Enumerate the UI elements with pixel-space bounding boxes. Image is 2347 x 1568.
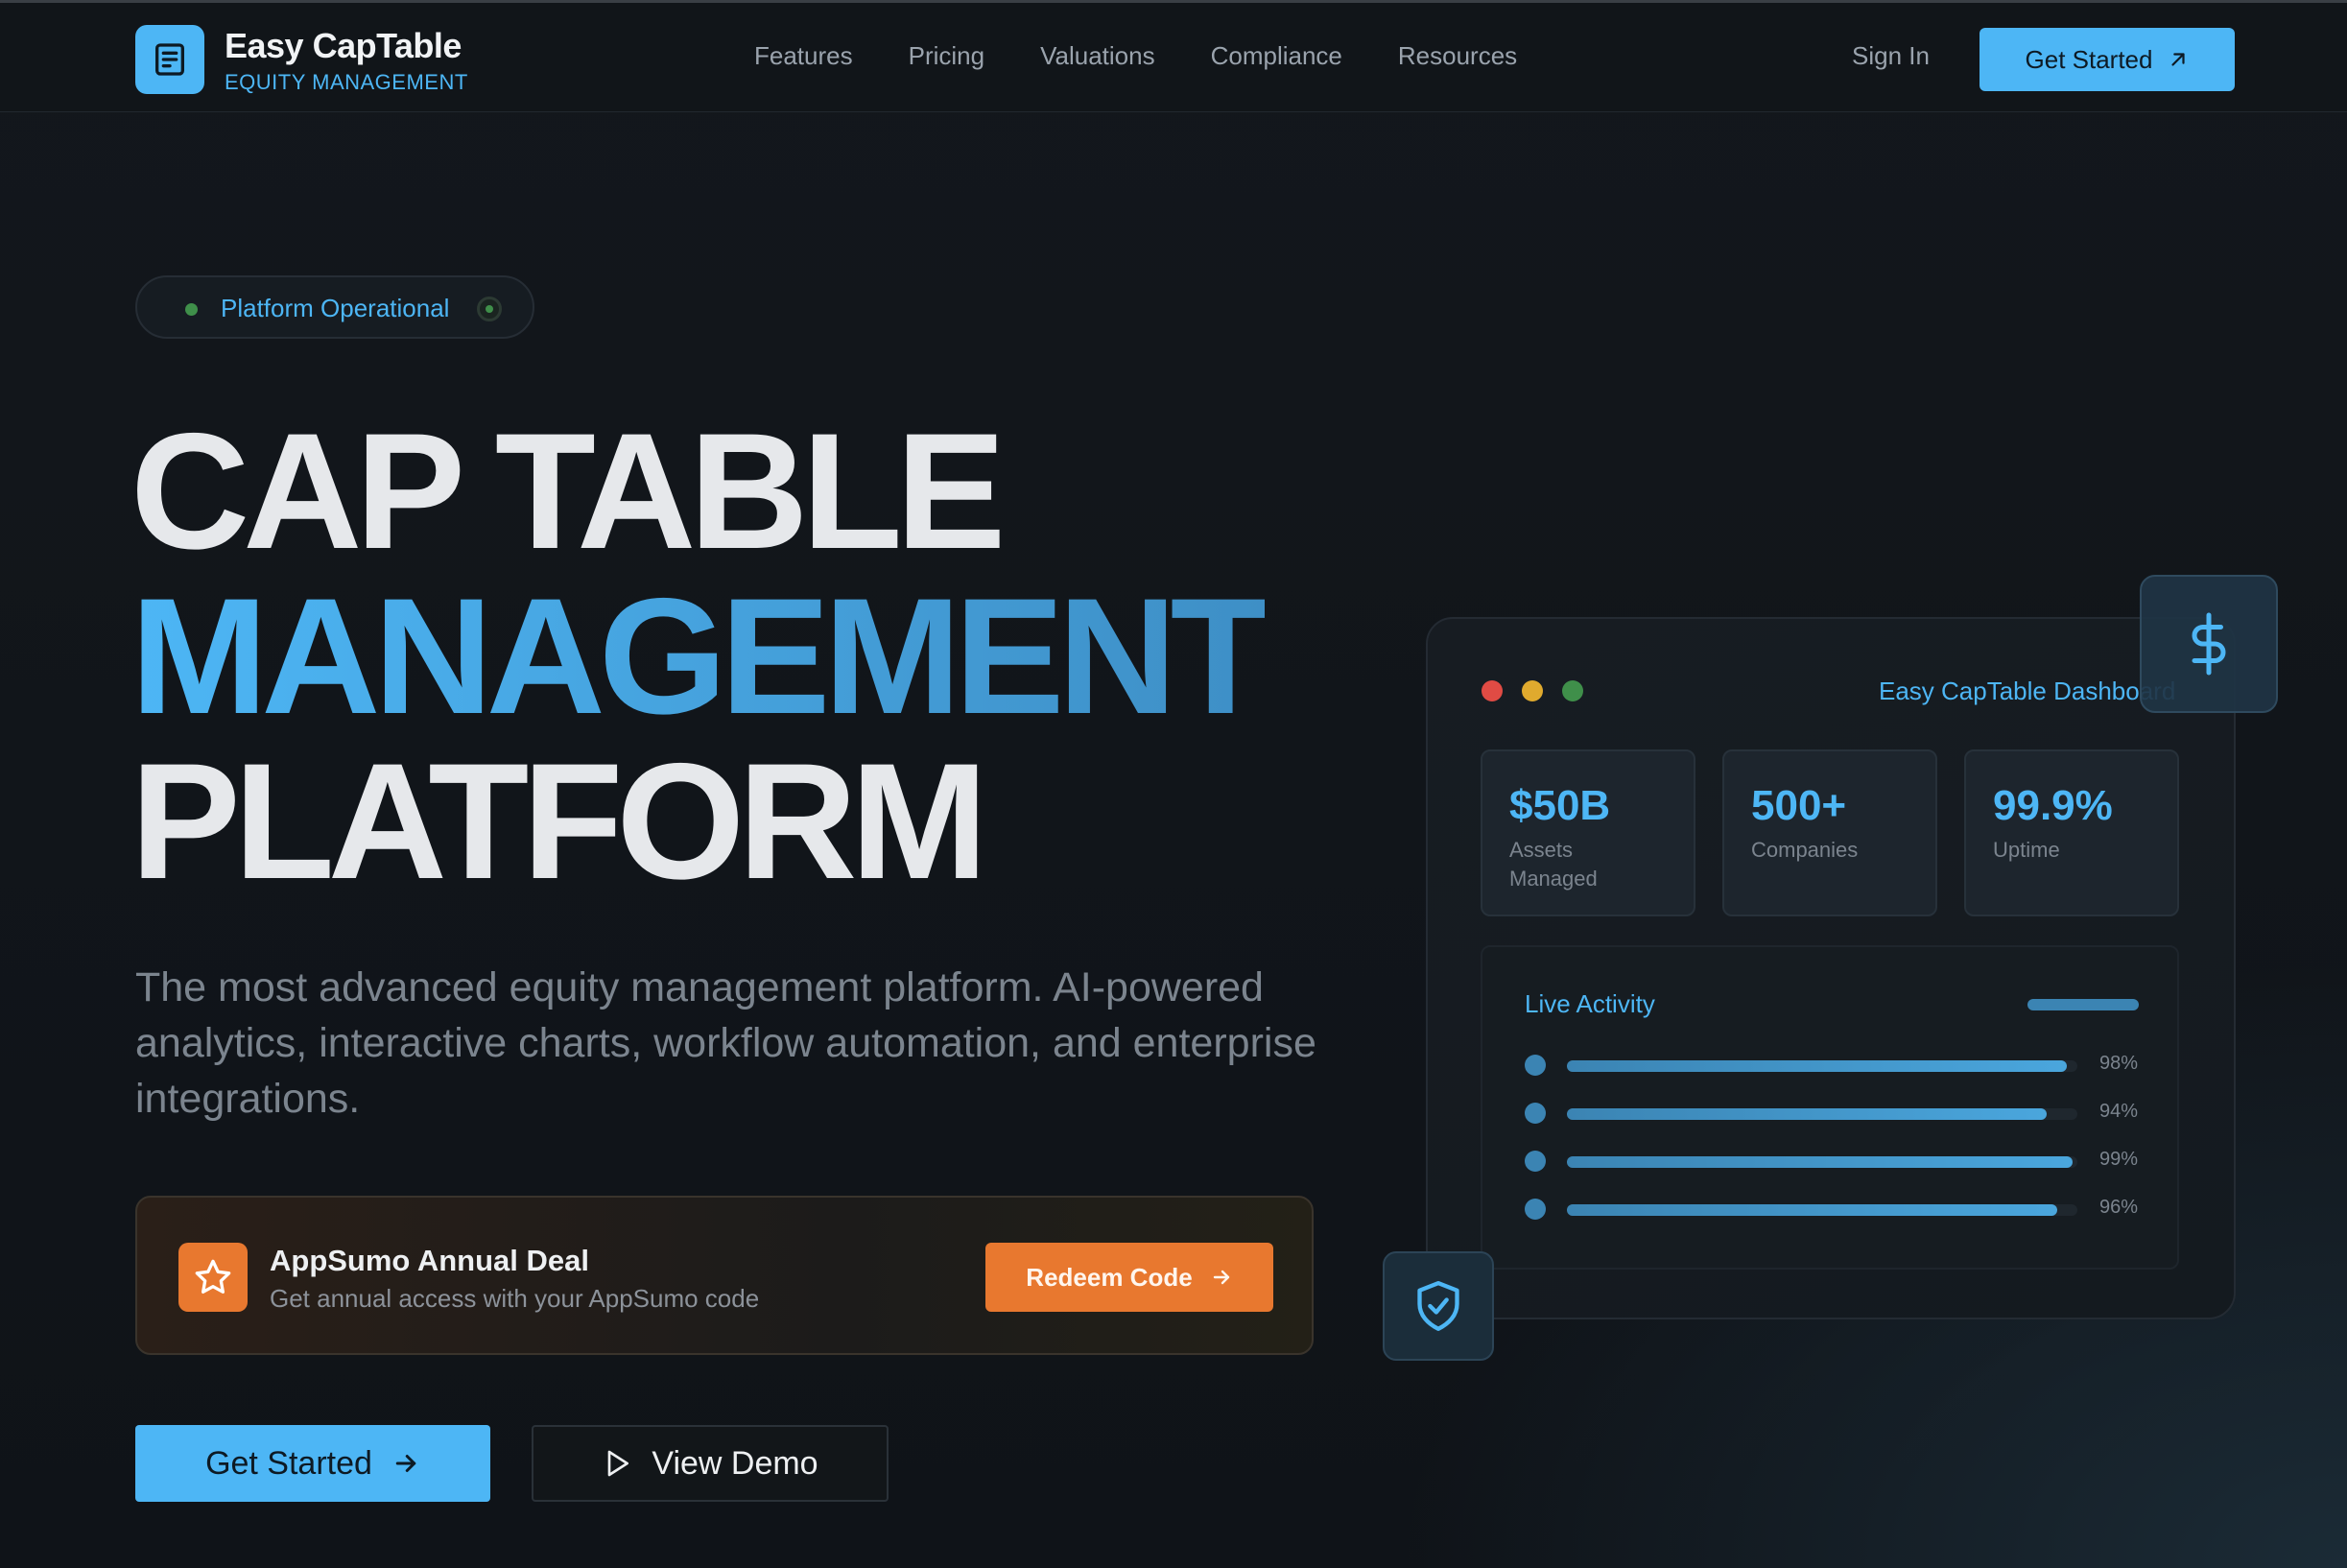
shield-check-icon bbox=[1417, 1280, 1459, 1331]
brand-tagline: EQUITY MANAGEMENT bbox=[225, 70, 468, 94]
floating-shield-badge bbox=[1383, 1251, 1494, 1361]
nav-link-resources[interactable]: Resources bbox=[1398, 41, 1517, 71]
status-dot bbox=[185, 303, 198, 316]
live-activity-title: Live Activity bbox=[1525, 989, 1655, 1018]
arrow-up-right-icon bbox=[2171, 53, 2186, 66]
activity-percent: 99% bbox=[2099, 1149, 2139, 1170]
top-navbar: Easy CapTable EQUITY MANAGEMENT Features… bbox=[0, 0, 2347, 112]
dashboard-title: Easy CapTable Dashboard bbox=[1879, 677, 2176, 705]
activity-dot bbox=[1525, 1199, 1546, 1220]
window-dot-yellow bbox=[1522, 680, 1543, 701]
status-label: Platform Operational bbox=[221, 294, 450, 322]
hero-title: CAP TABLE MANAGEMENT PLATFORM bbox=[130, 399, 1271, 914]
get-started-label: Get Started bbox=[205, 1444, 372, 1482]
nav-link-pricing[interactable]: Pricing bbox=[909, 41, 984, 71]
redeem-code-label: Redeem Code bbox=[1026, 1262, 1193, 1292]
activity-row: 99% bbox=[1525, 1149, 2148, 1172]
stat-card-uptime: 99.9% Uptime bbox=[1964, 749, 2179, 916]
activity-percent: 96% bbox=[2099, 1197, 2139, 1218]
view-demo-button[interactable]: View Demo bbox=[532, 1425, 889, 1502]
dollar-icon bbox=[2192, 612, 2226, 676]
redeem-code-button[interactable]: Redeem Code bbox=[985, 1243, 1273, 1312]
play-icon bbox=[608, 1450, 629, 1477]
stat-label: Assets Managed bbox=[1509, 838, 1598, 891]
stat-card-assets: $50B Assets Managed bbox=[1481, 749, 1695, 916]
stat-card-companies: 500+ Companies bbox=[1722, 749, 1937, 916]
activity-row: 98% bbox=[1525, 1053, 2148, 1076]
activity-percent: 94% bbox=[2099, 1101, 2139, 1122]
nav-links: Features Pricing Valuations Compliance R… bbox=[754, 41, 1517, 71]
star-icon bbox=[195, 1259, 231, 1295]
status-indicator-icon bbox=[477, 297, 502, 321]
nav-get-started-label: Get Started bbox=[2025, 44, 2153, 74]
logo[interactable] bbox=[135, 25, 204, 94]
arrow-right-icon bbox=[1213, 1270, 1229, 1285]
stat-value: $50B bbox=[1509, 782, 1611, 829]
arrow-right-icon bbox=[395, 1455, 416, 1472]
deal-subtitle: Get annual access with your AppSumo code bbox=[270, 1284, 760, 1313]
activity-dot bbox=[1525, 1151, 1546, 1172]
floating-dollar-badge bbox=[2140, 575, 2278, 713]
hero-title-line-1: CAP TABLE bbox=[130, 399, 1006, 583]
nav-link-valuations[interactable]: Valuations bbox=[1040, 41, 1155, 71]
activity-progress-fill bbox=[1567, 1108, 2048, 1120]
hero-description: The most advanced equity management plat… bbox=[135, 964, 1316, 1122]
view-demo-label: View Demo bbox=[652, 1444, 818, 1482]
brand-name[interactable]: Easy CapTable bbox=[225, 26, 462, 66]
document-icon bbox=[155, 43, 184, 76]
stat-label: Companies bbox=[1751, 838, 1859, 862]
activity-indicator-bar bbox=[2027, 999, 2139, 1010]
window-dot-red bbox=[1482, 680, 1503, 701]
activity-row: 96% bbox=[1525, 1197, 2148, 1220]
nav-link-compliance[interactable]: Compliance bbox=[1211, 41, 1342, 71]
activity-progress-fill bbox=[1567, 1204, 2057, 1216]
activity-progress-track bbox=[1567, 1156, 2077, 1168]
get-started-button[interactable]: Get Started bbox=[135, 1425, 490, 1502]
activity-progress-fill bbox=[1567, 1060, 2068, 1072]
hero-title-line-2: MANAGEMENT bbox=[130, 564, 1271, 748]
nav-link-features[interactable]: Features bbox=[754, 41, 853, 71]
status-badge: Platform Operational bbox=[135, 275, 534, 339]
dashboard-preview: Easy CapTable Dashboard $50B Assets Mana… bbox=[1426, 617, 2236, 1319]
stat-value: 500+ bbox=[1751, 782, 1847, 829]
activity-percent: 98% bbox=[2099, 1053, 2139, 1074]
activity-progress-fill bbox=[1567, 1156, 2073, 1168]
stat-label: Uptime bbox=[1993, 838, 2060, 862]
sign-in-link[interactable]: Sign In bbox=[1852, 41, 1930, 71]
activity-progress-track bbox=[1567, 1108, 2077, 1120]
activity-progress-track bbox=[1567, 1060, 2077, 1072]
nav-get-started-button[interactable]: Get Started bbox=[1980, 28, 2235, 91]
activity-dot bbox=[1525, 1055, 1546, 1076]
deal-icon-box bbox=[178, 1243, 248, 1312]
window-dot-green bbox=[1562, 680, 1583, 701]
live-activity-panel: Live Activity 98% 94% 99% 96% bbox=[1481, 945, 2179, 1270]
activity-row: 94% bbox=[1525, 1101, 2148, 1124]
activity-progress-track bbox=[1567, 1204, 2077, 1216]
hero-title-line-3: PLATFORM bbox=[130, 729, 988, 914]
stat-value: 99.9% bbox=[1993, 782, 2113, 829]
deal-title: AppSumo Annual Deal bbox=[270, 1244, 589, 1277]
appsumo-deal-card: AppSumo Annual Deal Get annual access wi… bbox=[135, 1196, 1314, 1355]
activity-dot bbox=[1525, 1103, 1546, 1124]
